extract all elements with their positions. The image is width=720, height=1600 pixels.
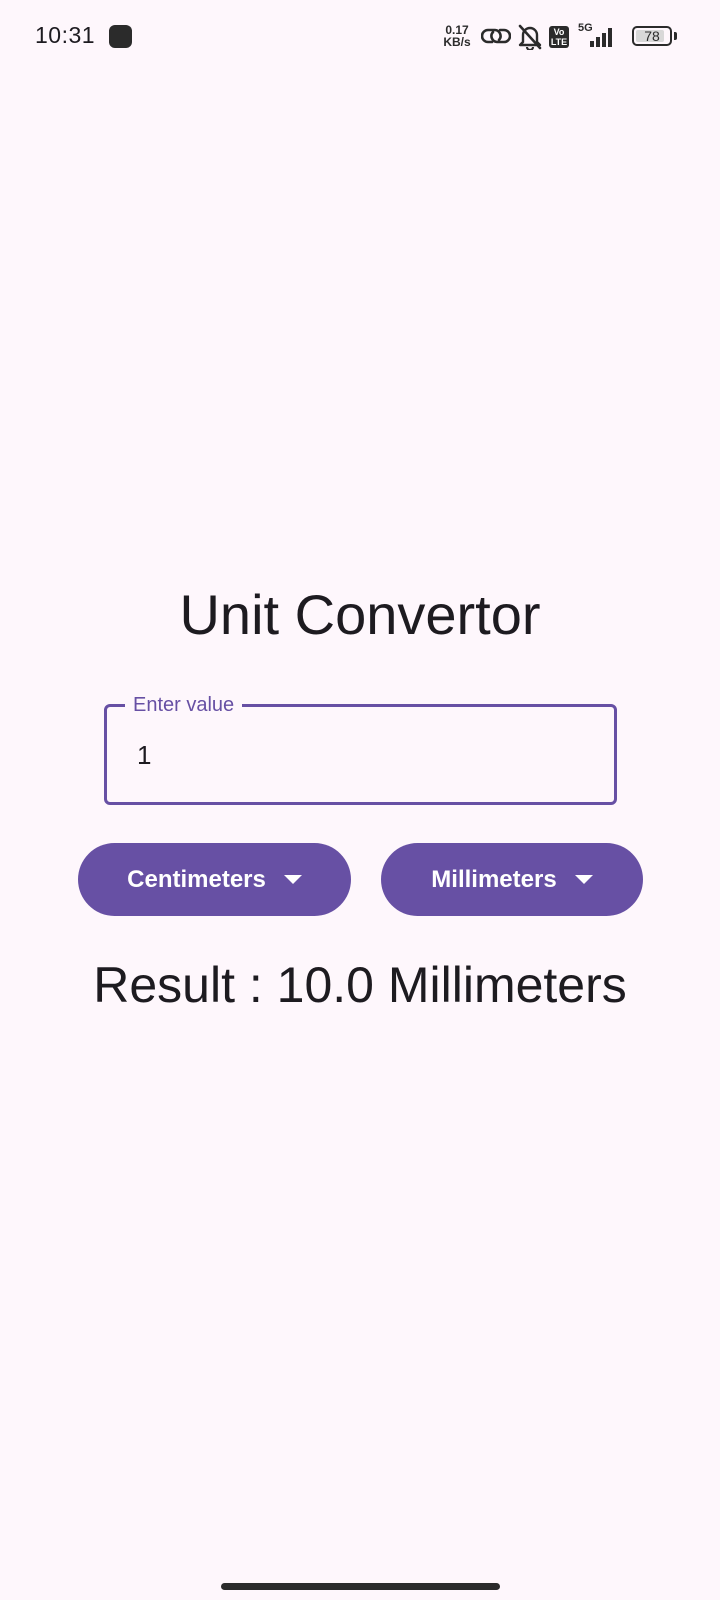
to-unit-dropdown[interactable]: Millimeters	[381, 843, 643, 916]
value-field[interactable]: Enter value	[104, 692, 617, 805]
signal-5g-icon: 5G	[576, 20, 622, 50]
arrow-drop-down-icon	[283, 875, 302, 884]
battery-nub	[674, 32, 677, 40]
bell-muted-icon	[518, 24, 542, 50]
volte-label-top: Vo	[553, 27, 565, 37]
gesture-nav-bar[interactable]	[221, 1583, 500, 1590]
app-notification-icon	[109, 25, 132, 48]
volte-icon: Vo LTE	[549, 26, 569, 48]
volte-label-bottom: LTE	[550, 37, 568, 47]
network-speed-unit: KB/s	[443, 35, 471, 49]
signal-bars-icon	[590, 28, 612, 47]
status-time: 10:31	[35, 22, 96, 48]
from-unit-label: Centimeters	[127, 865, 266, 893]
to-unit-label: Millimeters	[431, 865, 557, 893]
arrow-drop-down-icon	[574, 875, 593, 884]
status-bar: 10:31 0.17 KB/s Vo LTE 5G 78	[0, 0, 720, 72]
from-unit-dropdown[interactable]: Centimeters	[78, 843, 351, 916]
link-icon	[481, 28, 511, 44]
page-title: Unit Convertor	[179, 583, 541, 646]
value-input[interactable]	[137, 735, 594, 775]
battery-icon: 78	[632, 26, 672, 46]
value-field-label: Enter value	[125, 692, 243, 718]
battery-level: 78	[644, 28, 660, 44]
network-speed: 0.17 KB/s	[440, 24, 474, 48]
result-text: Result : 10.0 Millimeters	[93, 957, 627, 1013]
